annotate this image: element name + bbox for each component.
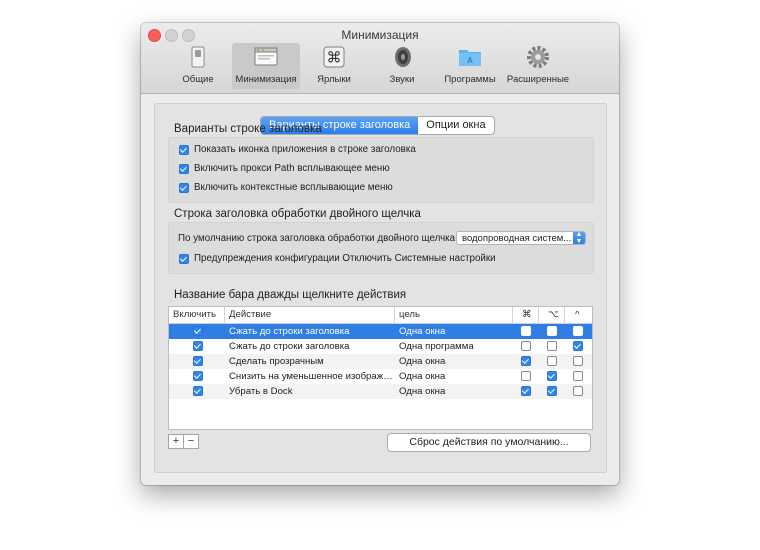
ctrl-checkbox[interactable]	[573, 371, 583, 381]
title-bar: Минимизация Общие Минимизация ⌘ Ярлыки З…	[141, 23, 619, 94]
applications-folder-icon: A	[459, 50, 481, 66]
column-header-opt[interactable]: ⌥	[539, 307, 565, 323]
default-action-label: По умолчанию строка заголовка обработки …	[178, 233, 456, 244]
action-cell: Сжать до строки заголовка	[229, 341, 350, 352]
toolbar-label: Общие	[182, 74, 214, 85]
checkbox-label: Включить контекстные всплывающие меню	[194, 182, 393, 193]
svg-text:A: A	[467, 56, 473, 65]
section-title-titlebar: Варианты строке заголовка	[174, 123, 322, 135]
target-cell: Одна окна	[399, 386, 446, 397]
chevron-updown-icon: ▲ ▼	[573, 232, 585, 244]
toolbar-item-shortcuts[interactable]: ⌘ Ярлыки	[300, 43, 368, 89]
checkbox[interactable]	[179, 144, 189, 155]
table-row[interactable]: Снизить на уменьшенное изображ… Одна окн…	[169, 369, 592, 384]
target-cell: Одна программа	[399, 341, 474, 352]
checkbox-context-menus[interactable]: Включить контекстные всплывающие меню	[179, 182, 393, 193]
opt-checkbox[interactable]	[547, 356, 557, 366]
table-row[interactable]: Убрать в Dock Одна окна	[169, 384, 592, 399]
window-title: Минимизация	[341, 28, 419, 42]
action-cell: Снизить на уменьшенное изображ…	[229, 371, 393, 382]
opt-checkbox[interactable]	[547, 326, 557, 336]
action-cell: Убрать в Dock	[229, 386, 293, 397]
column-header-cmd[interactable]: ⌘	[513, 307, 539, 323]
column-header-target[interactable]: цель	[395, 307, 513, 323]
add-button[interactable]: +	[168, 434, 184, 449]
remove-button[interactable]: −	[183, 434, 199, 449]
checkbox[interactable]	[179, 182, 189, 193]
popup-value: водопроводная систем...	[462, 233, 572, 244]
opt-checkbox[interactable]	[547, 341, 557, 351]
toolbar-item-advanced[interactable]: Расширенные	[504, 43, 572, 89]
toolbar-item-sounds[interactable]: Звуки	[368, 43, 436, 89]
table-row[interactable]: Сжать до строки заголовка Одна программа	[169, 339, 592, 354]
target-cell: Одна окна	[399, 356, 446, 367]
section-title-double-click: Строка заголовка обработки двойного щелч…	[174, 208, 421, 220]
cmd-checkbox[interactable]	[521, 326, 531, 336]
checkbox-show-app-icon[interactable]: Показать иконка приложения в строке заго…	[179, 144, 416, 155]
double-click-group	[168, 222, 594, 274]
reset-defaults-button[interactable]: Сброс действия по умолчанию...	[387, 433, 591, 452]
checkbox-label: Показать иконка приложения в строке заго…	[194, 144, 416, 155]
checkbox[interactable]	[179, 163, 189, 174]
section-title-actions: Название бара дважды щелкните действия	[174, 289, 407, 301]
checkbox-label: Включить прокси Path всплывающее меню	[194, 163, 390, 174]
preferences-window: Минимизация Общие Минимизация ⌘ Ярлыки З…	[141, 23, 619, 485]
cmd-checkbox[interactable]	[521, 356, 531, 366]
enable-checkbox[interactable]	[193, 356, 203, 366]
gear-icon	[527, 46, 549, 68]
ctrl-checkbox[interactable]	[573, 386, 583, 396]
ctrl-checkbox[interactable]	[573, 356, 583, 366]
target-cell: Одна окна	[399, 326, 446, 337]
actions-table: Включить Действие цель ⌘ ⌥ ^ Сжать до ст…	[168, 306, 593, 430]
opt-checkbox[interactable]	[547, 371, 557, 381]
action-cell: Сделать прозрачным	[229, 356, 324, 367]
toolbar-label: Ярлыки	[317, 74, 351, 85]
opt-checkbox[interactable]	[547, 386, 557, 396]
action-cell: Сжать до строки заголовка	[229, 326, 350, 337]
toolbar-label: Звуки	[389, 74, 415, 85]
toolbar-item-applications[interactable]: A Программы	[436, 43, 504, 89]
tab-window-options[interactable]: Опции окна	[418, 117, 493, 134]
ctrl-checkbox[interactable]	[573, 326, 583, 336]
column-header-action[interactable]: Действие	[225, 307, 395, 323]
enable-checkbox[interactable]	[193, 386, 203, 396]
target-cell: Одна окна	[399, 371, 446, 382]
toolbar-item-minimize[interactable]: Минимизация	[232, 43, 300, 89]
checkbox[interactable]	[179, 253, 189, 264]
switch-icon	[191, 46, 205, 68]
speaker-icon	[395, 47, 411, 67]
ctrl-checkbox[interactable]	[573, 341, 583, 351]
window-icon	[254, 47, 278, 66]
cmd-checkbox[interactable]	[521, 386, 531, 396]
column-header-ctrl[interactable]: ^	[565, 307, 592, 323]
enable-checkbox[interactable]	[193, 341, 203, 351]
command-key-icon: ⌘	[323, 46, 345, 68]
svg-text:⌘: ⌘	[327, 49, 342, 67]
column-header-enable[interactable]: Включить	[169, 307, 225, 323]
table-row[interactable]: Сжать до строки заголовка Одна окна	[169, 324, 592, 339]
checkbox-proxy-path[interactable]: Включить прокси Path всплывающее меню	[179, 163, 390, 174]
toolbar-label: Расширенные	[506, 74, 570, 85]
toolbar: Общие Минимизация ⌘ Ярлыки Звуки A Прогр…	[164, 43, 572, 91]
default-action-popup[interactable]: водопроводная систем... ▲ ▼	[456, 231, 586, 245]
cmd-checkbox[interactable]	[521, 371, 531, 381]
enable-checkbox[interactable]	[193, 326, 203, 336]
cmd-checkbox[interactable]	[521, 341, 531, 351]
checkbox-config-warnings[interactable]: Предупреждения конфигурации Отключить Си…	[179, 253, 496, 264]
toolbar-label: Программы	[444, 74, 496, 85]
checkbox-label: Предупреждения конфигурации Отключить Си…	[194, 253, 496, 264]
enable-checkbox[interactable]	[193, 371, 203, 381]
table-row[interactable]: Сделать прозрачным Одна окна	[169, 354, 592, 369]
toolbar-item-general[interactable]: Общие	[164, 43, 232, 89]
toolbar-label: Минимизация	[235, 74, 297, 85]
